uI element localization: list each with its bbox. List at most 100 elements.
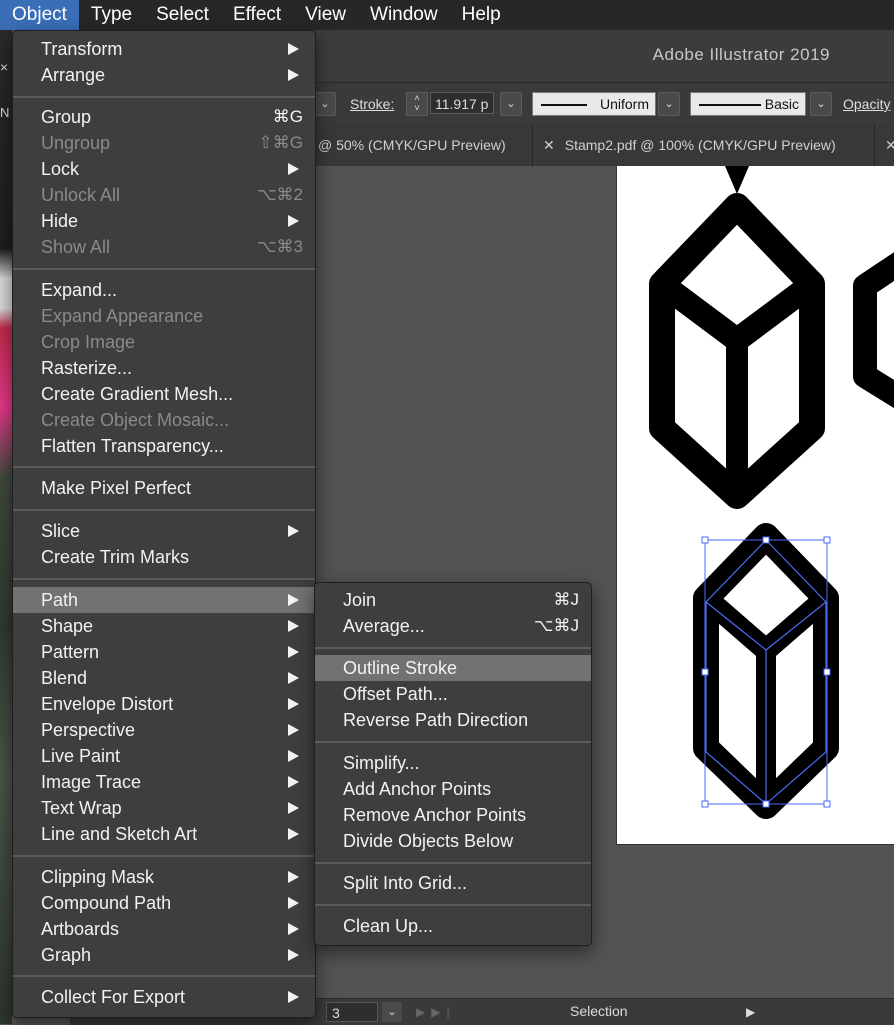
menu-item-rasterize[interactable]: Rasterize... (13, 355, 315, 381)
artboard-number-field[interactable]: 3 (326, 1002, 378, 1022)
fill-dropdown-button[interactable]: ⌄ (314, 92, 336, 116)
menu-item-label: Unlock All (41, 185, 121, 205)
menu-item-expand[interactable]: Expand... (13, 277, 315, 303)
path-menu-item-join[interactable]: Join ⌘J (315, 587, 591, 613)
profile-dropdown[interactable]: ⌄ (658, 92, 680, 116)
artboard[interactable] (616, 166, 894, 845)
menu-item-show-all[interactable]: Show All ⌥⌘3 (13, 234, 315, 260)
play-icon[interactable]: ▶ (416, 1005, 431, 1019)
menu-item-group[interactable]: Group ⌘G (13, 104, 315, 130)
menu-item-collect-for-export[interactable]: Collect For Export (13, 984, 315, 1010)
menu-item-graph[interactable]: Graph (13, 942, 315, 968)
play-icon[interactable]: ▶ (746, 1002, 755, 1022)
crystal-shape-partial[interactable] (725, 166, 749, 194)
tab-document-3[interactable]: ✕ (875, 124, 894, 166)
menu-item-label: Lock (41, 159, 80, 179)
last-artboard-icon[interactable]: ▶| (431, 1005, 455, 1019)
menu-item-transform[interactable]: Transform (13, 36, 315, 62)
menu-item-shape[interactable]: Shape (13, 613, 315, 639)
stroke-weight-dropdown[interactable]: ⌄ (500, 92, 522, 116)
resize-handle[interactable] (823, 668, 831, 676)
submenu-arrow-icon (288, 163, 299, 175)
menu-help[interactable]: Help (450, 0, 513, 30)
path-menu-item-offset-path[interactable]: Offset Path... (315, 681, 591, 707)
opacity-label[interactable]: Opacity (843, 92, 890, 116)
menu-item-create-gradient-mesh[interactable]: Create Gradient Mesh... (13, 381, 315, 407)
close-icon[interactable]: ✕ (885, 137, 894, 153)
menu-item-create-trim-marks[interactable]: Create Trim Marks (13, 544, 315, 570)
path-menu-item-simplify[interactable]: Simplify... (315, 750, 591, 776)
menu-item-artboards[interactable]: Artboards (13, 916, 315, 942)
menu-item-text-wrap[interactable]: Text Wrap (13, 795, 315, 821)
brush-definition[interactable]: Basic (690, 92, 806, 116)
crystal-shape-partial[interactable] (853, 252, 894, 409)
menu-item-create-object-mosaic[interactable]: Create Object Mosaic... (13, 407, 315, 433)
resize-handle[interactable] (823, 536, 831, 544)
menu-item-lock[interactable]: Lock (13, 156, 315, 182)
resize-handle[interactable] (701, 536, 709, 544)
menu-item-path[interactable]: Path (13, 587, 315, 613)
path-menu-item-outline-stroke[interactable]: Outline Stroke (315, 655, 591, 681)
menu-item-crop-image[interactable]: Crop Image (13, 329, 315, 355)
menu-item-live-paint[interactable]: Live Paint (13, 743, 315, 769)
menu-item-arrange[interactable]: Arrange (13, 62, 315, 88)
menu-item-envelope-distort[interactable]: Envelope Distort (13, 691, 315, 717)
menu-item-unlock-all[interactable]: Unlock All ⌥⌘2 (13, 182, 315, 208)
selected-crystal-shape[interactable] (693, 523, 839, 819)
menu-window[interactable]: Window (358, 0, 450, 30)
menu-object[interactable]: Object (0, 0, 79, 30)
stroke-label[interactable]: Stroke: (350, 92, 394, 116)
app-header: Adobe Illustrator 2019 (300, 30, 894, 82)
resize-handle[interactable] (701, 800, 709, 808)
menu-view[interactable]: View (293, 0, 358, 30)
menu-item-label: Simplify... (343, 753, 420, 773)
path-menu-item-reverse-path-direction[interactable]: Reverse Path Direction (315, 707, 591, 733)
menu-select[interactable]: Select (144, 0, 221, 30)
variable-width-profile[interactable]: Uniform (532, 92, 656, 116)
close-icon[interactable]: ✕ (543, 137, 555, 153)
chevron-down-icon: ⌄ (816, 98, 826, 110)
path-menu-item-add-anchor-points[interactable]: Add Anchor Points (315, 776, 591, 802)
menu-type[interactable]: Type (79, 0, 144, 30)
resize-handle[interactable] (823, 800, 831, 808)
brush-dropdown[interactable]: ⌄ (810, 92, 832, 116)
shortcut-label: ⌥⌘J (533, 616, 579, 635)
menu-item-image-trace[interactable]: Image Trace (13, 769, 315, 795)
path-menu-item-remove-anchor-points[interactable]: Remove Anchor Points (315, 802, 591, 828)
menu-item-compound-path[interactable]: Compound Path (13, 890, 315, 916)
tab-stamp2[interactable]: ✕ Stamp2.pdf @ 100% (CMYK/GPU Preview) (533, 124, 875, 166)
stroke-weight-stepper[interactable]: ˄ ˅ (406, 92, 428, 116)
artboard-navigation[interactable]: ▶▶| (416, 1002, 456, 1022)
menu-separator (13, 96, 315, 98)
menu-item-perspective[interactable]: Perspective (13, 717, 315, 743)
menu-item-label: Arrange (41, 65, 106, 85)
menu-item-blend[interactable]: Blend (13, 665, 315, 691)
menu-separator (315, 741, 591, 743)
menu-item-line-and-sketch-art[interactable]: Line and Sketch Art (13, 821, 315, 847)
menu-item-make-pixel-perfect[interactable]: Make Pixel Perfect (13, 475, 315, 501)
menu-item-ungroup[interactable]: Ungroup ⇧⌘G (13, 130, 315, 156)
menu-item-label: Hide (41, 211, 79, 231)
menu-item-hide[interactable]: Hide (13, 208, 315, 234)
tab-document-1[interactable]: @ 50% (CMYK/GPU Preview) (300, 124, 533, 166)
path-menu-item-clean-up[interactable]: Clean Up... (315, 913, 591, 939)
menu-item-expand-appearance[interactable]: Expand Appearance (13, 303, 315, 329)
submenu-arrow-icon (288, 525, 299, 537)
menu-item-label: Ungroup (41, 133, 111, 153)
menu-item-flatten-transparency[interactable]: Flatten Transparency... (13, 433, 315, 459)
menu-item-pattern[interactable]: Pattern (13, 639, 315, 665)
path-menu-item-average[interactable]: Average... ⌥⌘J (315, 613, 591, 639)
resize-handle[interactable] (762, 536, 770, 544)
path-menu-item-divide-objects-below[interactable]: Divide Objects Below (315, 828, 591, 854)
artboard-dropdown[interactable]: ⌄ (382, 1002, 402, 1022)
menu-item-clipping-mask[interactable]: Clipping Mask (13, 864, 315, 890)
stroke-weight-input[interactable]: 11.917 p (430, 92, 494, 114)
resize-handle[interactable] (701, 668, 709, 676)
menu-item-label: Create Object Mosaic... (41, 410, 230, 430)
crystal-shape[interactable] (649, 193, 825, 509)
menu-effect[interactable]: Effect (221, 0, 293, 30)
menu-item-slice[interactable]: Slice (13, 518, 315, 544)
menu-item-label: Blend (41, 668, 88, 688)
resize-handle[interactable] (762, 800, 770, 808)
path-menu-item-split-into-grid[interactable]: Split Into Grid... (315, 870, 591, 896)
